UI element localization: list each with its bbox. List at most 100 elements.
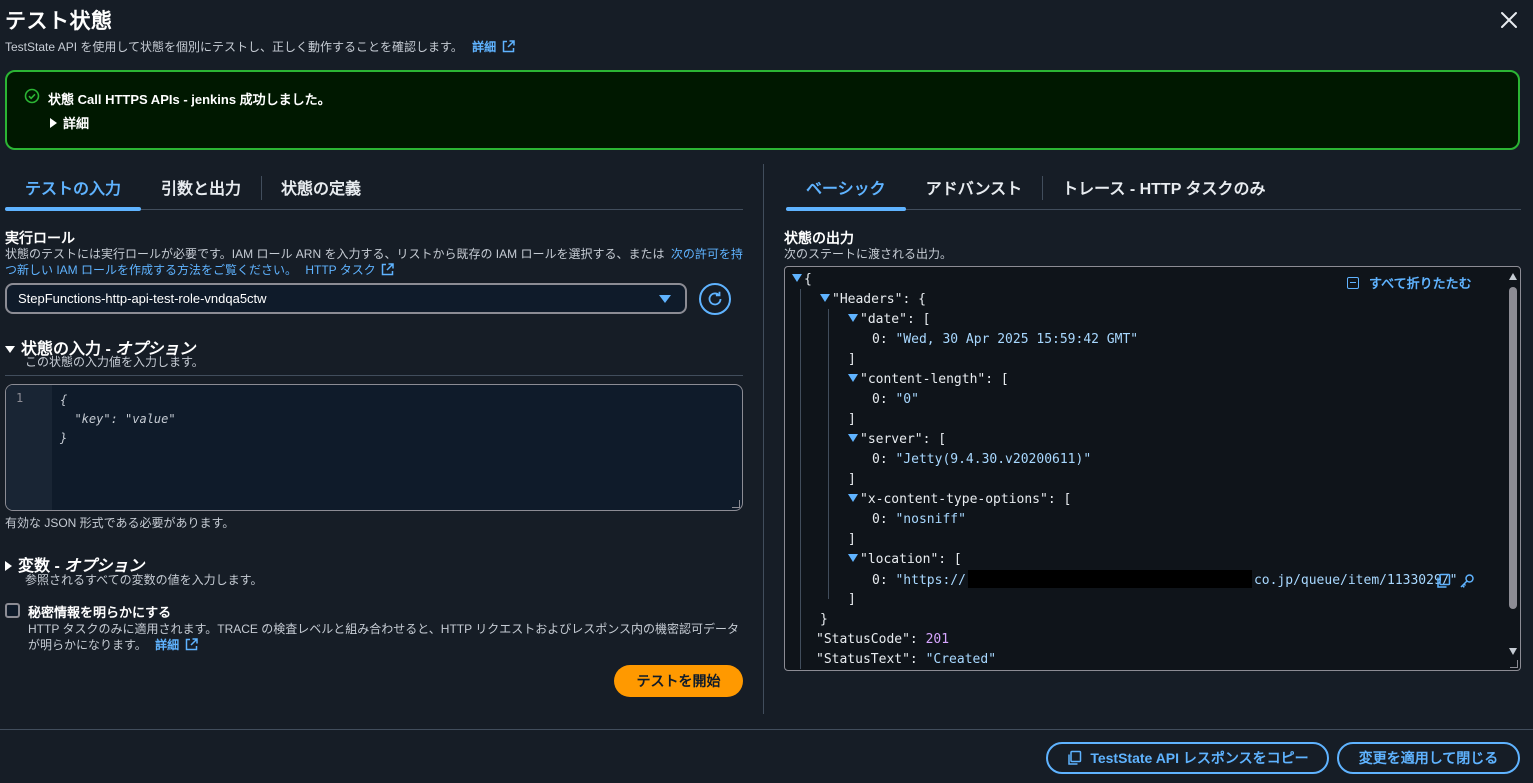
start-test-button[interactable]: テストを開始 — [614, 665, 743, 697]
json-punct: : — [909, 632, 926, 647]
refresh-icon — [708, 291, 722, 306]
json-scrollbar[interactable] — [1509, 273, 1517, 655]
json-line: } — [820, 612, 828, 627]
page-title: テスト状態 — [5, 10, 113, 33]
subtitle-text: TestState API を使用して状態を個別にテストし、正しく動作することを… — [5, 40, 463, 54]
json-number: 201 — [925, 632, 950, 647]
json-index: 0: — [872, 332, 888, 347]
json-string: "nosniff" — [895, 512, 966, 527]
json-key: "location" — [860, 552, 939, 567]
json-line: "date": [ — [848, 310, 930, 330]
resize-handle[interactable] — [1510, 660, 1518, 668]
json-punct: : [ — [906, 312, 931, 327]
collapse-toggle-icon[interactable] — [848, 494, 858, 502]
copy-icon — [1068, 750, 1082, 765]
tab-args-output[interactable]: 引数と出力 — [141, 164, 261, 209]
collapse-toggle-icon[interactable] — [792, 274, 802, 282]
tab-state-definition[interactable]: 状態の定義 — [261, 164, 381, 209]
reveal-secrets-checkbox[interactable] — [5, 603, 20, 618]
scroll-up-icon[interactable] — [1509, 273, 1517, 280]
collapse-toggle-icon[interactable] — [848, 554, 858, 562]
editor-gutter — [6, 385, 52, 510]
header-details-label: 詳細 — [472, 40, 497, 54]
tab-trace-http[interactable]: トレース - HTTP タスクのみ — [1042, 164, 1285, 209]
caret-down-icon — [5, 346, 15, 353]
tab-advanced[interactable]: アドバンスト — [906, 164, 1042, 209]
indent-guide — [800, 289, 801, 669]
json-key: "x-content-type-options" — [860, 492, 1048, 507]
json-punct: : [ — [922, 432, 947, 447]
resize-handle[interactable] — [732, 500, 740, 508]
code-line: "key": "value" — [60, 412, 176, 426]
refresh-roles-button[interactable] — [699, 283, 731, 315]
close-icon — [1501, 12, 1517, 28]
json-key: "Headers" — [832, 292, 903, 307]
json-string: "https:// — [895, 573, 966, 588]
json-line: "Headers": { — [820, 290, 926, 310]
json-line: { — [792, 270, 812, 290]
key-icon[interactable] — [1459, 573, 1475, 589]
json-line: "x-content-type-options": [ — [848, 490, 1071, 510]
json-line: "location": [ — [848, 550, 962, 570]
code-line: } — [60, 431, 68, 445]
collapse-toggle-icon[interactable] — [848, 434, 858, 442]
role-label: 実行ロール — [5, 230, 75, 246]
http-task-link[interactable]: HTTP タスク — [305, 263, 394, 277]
json-punct: { — [804, 272, 812, 287]
state-input-editor[interactable]: 1 { "key": "value"} — [5, 384, 743, 511]
collapse-all-label: すべて折りたたむ — [1369, 276, 1472, 291]
output-tabs: ベーシック アドバンスト トレース - HTTP タスクのみ — [786, 164, 1521, 211]
http-task-label: HTTP タスク — [305, 263, 376, 277]
header-details-link[interactable]: 詳細 — [472, 40, 515, 54]
caret-down-icon — [659, 295, 671, 303]
json-line: ] — [848, 352, 856, 367]
line-number: 1 — [16, 391, 24, 405]
json-line: "StatusText": "Created" — [816, 650, 996, 670]
copy-icon[interactable] — [1435, 573, 1451, 589]
collapse-toggle-icon[interactable] — [848, 374, 858, 382]
json-hint: 有効な JSON 形式である必要があります。 — [5, 516, 235, 530]
apply-and-close-button[interactable]: 変更を適用して閉じる — [1337, 742, 1520, 774]
json-punct: : [ — [985, 372, 1009, 387]
scroll-thumb[interactable] — [1509, 287, 1517, 609]
json-key: "StatusText" — [816, 652, 910, 667]
code-line: { — [60, 393, 68, 407]
footer-divider — [0, 729, 1533, 730]
tab-basic[interactable]: ベーシック — [786, 164, 906, 211]
json-line: "content-length": [ — [848, 370, 1009, 390]
caret-right-icon — [5, 561, 12, 571]
close-button[interactable] — [1497, 8, 1521, 32]
reveal-desc-line: が明らかになります。 — [28, 638, 147, 652]
json-line: 0: "nosniff" — [872, 510, 966, 530]
json-line: 0: "0" — [872, 390, 919, 410]
json-line: ] — [848, 592, 856, 607]
json-string: "Jetty(9.4.30.v20200611)" — [895, 452, 1092, 467]
banner-details-label: 詳細 — [63, 116, 90, 131]
banner-details-toggle[interactable]: 詳細 — [50, 113, 89, 132]
collapse-all-button[interactable]: すべて折りたたむ — [1347, 273, 1472, 292]
json-key: "content-length" — [860, 372, 986, 387]
indent-guide — [828, 309, 829, 599]
json-key: "server" — [860, 432, 923, 447]
reveal-details-link[interactable]: 詳細 — [155, 638, 198, 652]
json-index: 0: — [872, 573, 888, 588]
role-permissions-link-cont[interactable]: つ新しい IAM ロールを作成する方法をご覧ください。 — [5, 263, 297, 277]
json-line: ] — [848, 532, 856, 547]
json-index: 0: — [872, 392, 888, 407]
editor-code[interactable]: { "key": "value"} — [60, 391, 176, 448]
json-line: 0: "https:// co.jp/queue/item/1133029/" — [872, 570, 1457, 590]
role-permissions-link[interactable]: 次の許可を持 — [671, 247, 743, 261]
collapse-toggle-icon[interactable] — [820, 294, 830, 302]
role-select[interactable]: StepFunctions-http-api-test-role-vndqa5c… — [5, 283, 687, 314]
column-divider — [763, 164, 764, 714]
reveal-desc-line: HTTP タスクのみに適用されます。TRACE の検査レベルと組み合わせると、H… — [28, 622, 739, 636]
variables-desc: 参照されるすべての変数の値を入力します。 — [25, 573, 263, 587]
json-punct: : — [909, 652, 926, 667]
scroll-down-icon[interactable] — [1509, 648, 1517, 655]
json-output-viewer[interactable]: すべて折りたたむ { "Headers": { "date": [ 0: "We… — [784, 266, 1521, 671]
redacted-block — [967, 570, 1252, 588]
tab-test-input[interactable]: テストの入力 — [5, 164, 142, 211]
external-link-icon — [502, 40, 515, 53]
collapse-toggle-icon[interactable] — [848, 314, 858, 322]
copy-response-button[interactable]: TestState API レスポンスをコピー — [1046, 742, 1329, 774]
